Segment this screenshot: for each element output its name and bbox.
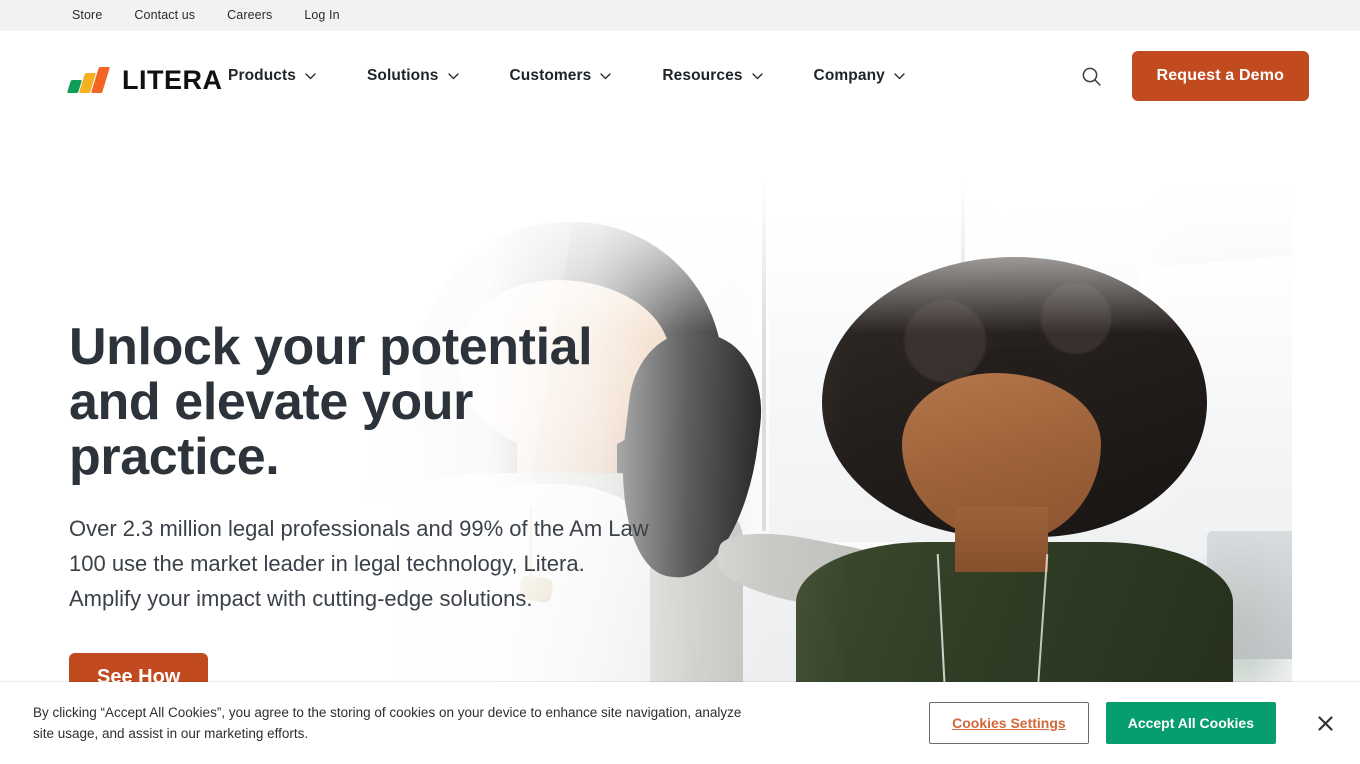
chevron-down-icon [600, 72, 612, 79]
utility-link-log-in[interactable]: Log In [288, 0, 355, 31]
utility-link-store[interactable]: Store [56, 0, 118, 31]
nav-item-label: Solutions [366, 67, 439, 84]
utility-link-contact-us[interactable]: Contact us [118, 0, 211, 31]
chevron-down-icon [894, 72, 905, 79]
chevron-down-icon [751, 72, 763, 79]
utility-bar: Store Contact us Careers Log In [0, 0, 1360, 31]
nav-item-label: Customers [509, 67, 592, 84]
request-a-demo-button[interactable]: Request a Demo [1131, 51, 1309, 101]
chevron-down-icon [305, 72, 316, 79]
hero-right-margin [1292, 181, 1326, 764]
cookie-banner-actions: Cookies Settings Accept All Cookies [929, 702, 1276, 744]
nav-item-label: Products [228, 67, 296, 84]
hero-headline: Unlock your potential and elevate your p… [69, 320, 689, 485]
litera-bars-icon [67, 67, 113, 93]
accept-all-cookies-button[interactable]: Accept All Cookies [1105, 702, 1276, 744]
site-header: LITERA Products Solutions Customers Reso… [0, 31, 1360, 121]
page-root: Store Contact us Careers Log In LITERA P… [0, 0, 1360, 764]
nav-item-label: Company [813, 67, 885, 84]
search-icon [1082, 67, 1101, 86]
nav-item-company[interactable]: Company [814, 57, 931, 95]
hero-section: Unlock your potential and elevate your p… [0, 121, 1360, 764]
nav-item-resources[interactable]: Resources [662, 57, 788, 95]
hero-subtitle: Over 2.3 million legal professionals and… [69, 516, 649, 611]
hero-headline-line-1: Unlock your potential [69, 318, 593, 376]
close-icon [1317, 715, 1333, 731]
header-actions: Request a Demo [1079, 51, 1309, 101]
utility-link-careers[interactable]: Careers [211, 0, 288, 31]
window-mullion [762, 181, 767, 531]
logo-bar-orange [91, 67, 110, 93]
chevron-down-icon [447, 72, 459, 79]
nav-item-products[interactable]: Products [228, 57, 342, 95]
logo-wordmark: LITERA [122, 65, 223, 95]
search-button[interactable] [1079, 63, 1105, 89]
person-right-neck [954, 507, 1048, 572]
hero-copy: Unlock your potential and elevate your p… [69, 320, 689, 702]
cookie-banner-close-button[interactable] [1312, 710, 1338, 736]
nav-item-label: Resources [662, 67, 743, 84]
cookies-settings-button[interactable]: Cookies Settings [929, 702, 1089, 744]
nav-item-customers[interactable]: Customers [510, 57, 638, 95]
primary-navigation: Products Solutions Customers Resources C… [228, 57, 956, 95]
cookie-consent-banner: By clicking “Accept All Cookies”, you ag… [0, 682, 1360, 764]
hero-headline-line-2: and elevate your practice. [69, 373, 473, 486]
cookie-banner-message: By clicking “Accept All Cookies”, you ag… [33, 705, 742, 741]
litera-logo[interactable]: LITERA [67, 59, 223, 95]
nav-item-solutions[interactable]: Solutions [367, 57, 485, 95]
